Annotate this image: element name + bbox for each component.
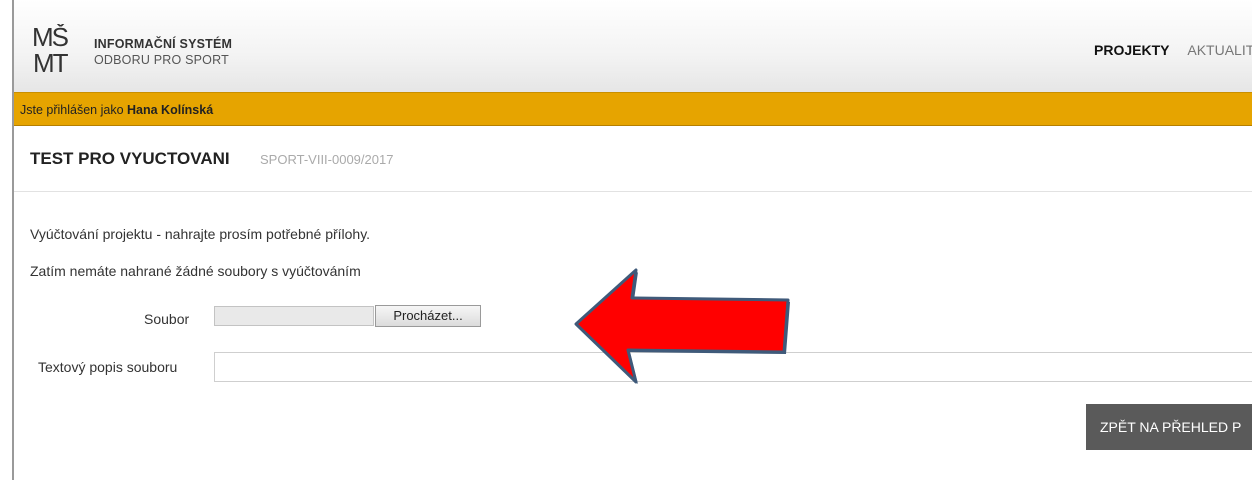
logo-text: INFORMAČNÍ SYSTÉM ODBORU PRO SPORT — [94, 36, 232, 68]
no-files-message: Zatím nemáte nahrané žádné soubory s vyú… — [30, 263, 361, 279]
file-label: Soubor — [144, 311, 190, 327]
nav-item-projekty[interactable]: PROJEKTY — [1094, 42, 1169, 58]
arrow-left-icon — [574, 268, 790, 384]
page-frame: MŠ MT INFORMAČNÍ SYSTÉM ODBORU PRO SPORT… — [12, 0, 1252, 480]
intro-text: Vyúčtování projektu - nahrajte prosím po… — [30, 226, 371, 242]
browse-button[interactable]: Procházet... — [375, 305, 481, 327]
logo-title: INFORMAČNÍ SYSTÉM — [94, 37, 233, 51]
user-bar-prefix: Jste přihlášen jako — [20, 103, 124, 117]
logo-subtitle: ODBORU PRO SPORT — [94, 53, 229, 67]
nav-item-aktuality[interactable]: AKTUALIT — [1187, 42, 1252, 58]
file-path-field[interactable] — [214, 306, 374, 326]
svg-text:MT: MT — [33, 48, 69, 76]
back-to-overview-button[interactable]: ZPĚT NA PŘEHLED P — [1086, 404, 1252, 450]
project-title-row: TEST PRO VYUCTOVANI SPORT-VIII-0009/2017 — [14, 127, 1252, 192]
main-nav: PROJEKTY AKTUALIT — [1094, 42, 1252, 58]
msmt-logo-icon[interactable]: MŠ MT — [32, 24, 78, 76]
project-code: SPORT-VIII-0009/2017 — [260, 152, 394, 167]
user-bar: Jste přihlášen jako Hana Kolínská — [14, 92, 1252, 126]
project-title: TEST PRO VYUCTOVANI — [30, 149, 230, 168]
user-name: Hana Kolínská — [127, 103, 214, 117]
description-label: Textový popis souboru — [38, 359, 178, 375]
header: MŠ MT INFORMAČNÍ SYSTÉM ODBORU PRO SPORT… — [14, 0, 1252, 93]
